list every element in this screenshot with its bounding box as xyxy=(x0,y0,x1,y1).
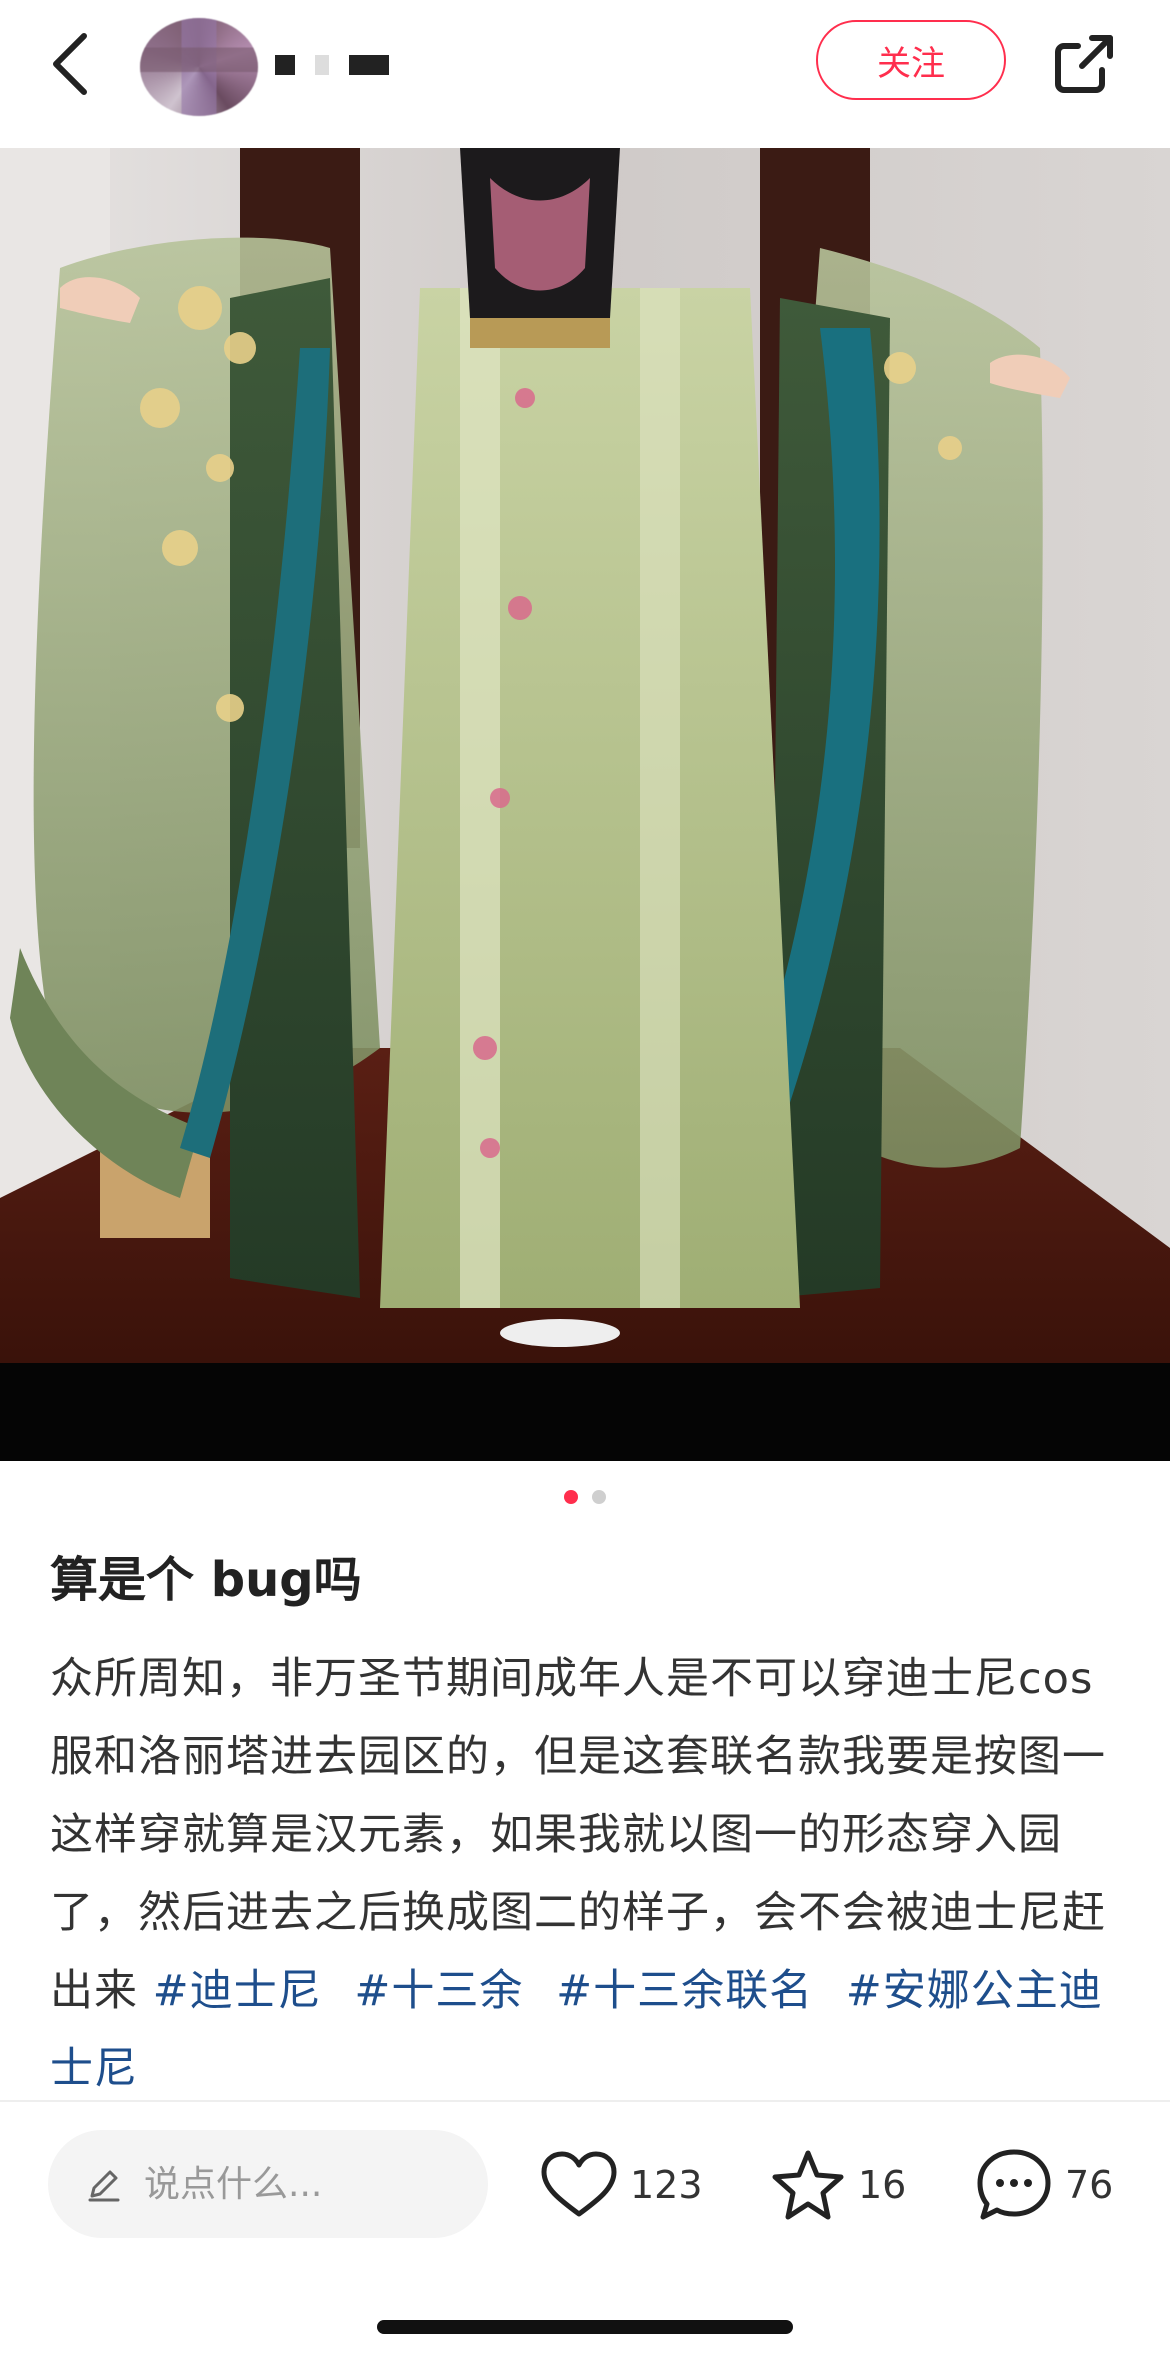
image-letterbox xyxy=(0,1363,1170,1461)
post-image[interactable] xyxy=(0,148,1170,1363)
back-button[interactable] xyxy=(44,28,104,100)
collect-button[interactable]: 16 xyxy=(770,2140,906,2230)
share-external-icon xyxy=(1055,35,1113,93)
hashtag-link[interactable]: #迪士尼 xyxy=(153,1966,322,2016)
divider xyxy=(0,2100,1170,2102)
carousel-dot-1[interactable] xyxy=(564,1490,578,1504)
comment-button[interactable]: 76 xyxy=(975,2140,1113,2230)
post-title: 算是个 bug吗 xyxy=(50,1552,362,1608)
heart-icon xyxy=(541,2151,617,2217)
carousel-indicator xyxy=(0,1490,1170,1504)
follow-button[interactable]: 关注 xyxy=(816,20,1006,100)
comment-count: 76 xyxy=(1065,2163,1114,2207)
share-button[interactable] xyxy=(1048,28,1120,100)
star-icon xyxy=(772,2150,844,2220)
post-text: 众所周知，非万圣节期间成年人是不可以穿迪士尼cos服和洛丽塔进去园区的，但是这套… xyxy=(50,1654,1106,2016)
hashtag-link[interactable]: #十三余 xyxy=(354,1966,523,2016)
chat-bubble-icon xyxy=(977,2149,1051,2220)
home-indicator[interactable] xyxy=(377,2320,793,2334)
collect-count: 16 xyxy=(858,2163,907,2207)
comment-input-box[interactable] xyxy=(48,2130,488,2238)
hanfu-dress-photo xyxy=(0,148,1170,1363)
top-bar: 关注 xyxy=(0,0,1170,148)
carousel-dot-2[interactable] xyxy=(592,1490,606,1504)
pencil-icon xyxy=(88,2170,120,2202)
like-button[interactable]: 123 xyxy=(540,2140,703,2230)
like-count: 123 xyxy=(630,2163,703,2207)
hashtag-link[interactable]: #十三余联名 xyxy=(556,1966,813,2016)
author-name-redacted[interactable] xyxy=(275,45,389,85)
avatar[interactable] xyxy=(140,18,258,116)
post-body: 众所周知，非万圣节期间成年人是不可以穿迪士尼cos服和洛丽塔进去园区的，但是这套… xyxy=(50,1640,1130,2108)
chevron-left-icon xyxy=(53,33,87,95)
comment-input[interactable] xyxy=(142,2162,446,2206)
